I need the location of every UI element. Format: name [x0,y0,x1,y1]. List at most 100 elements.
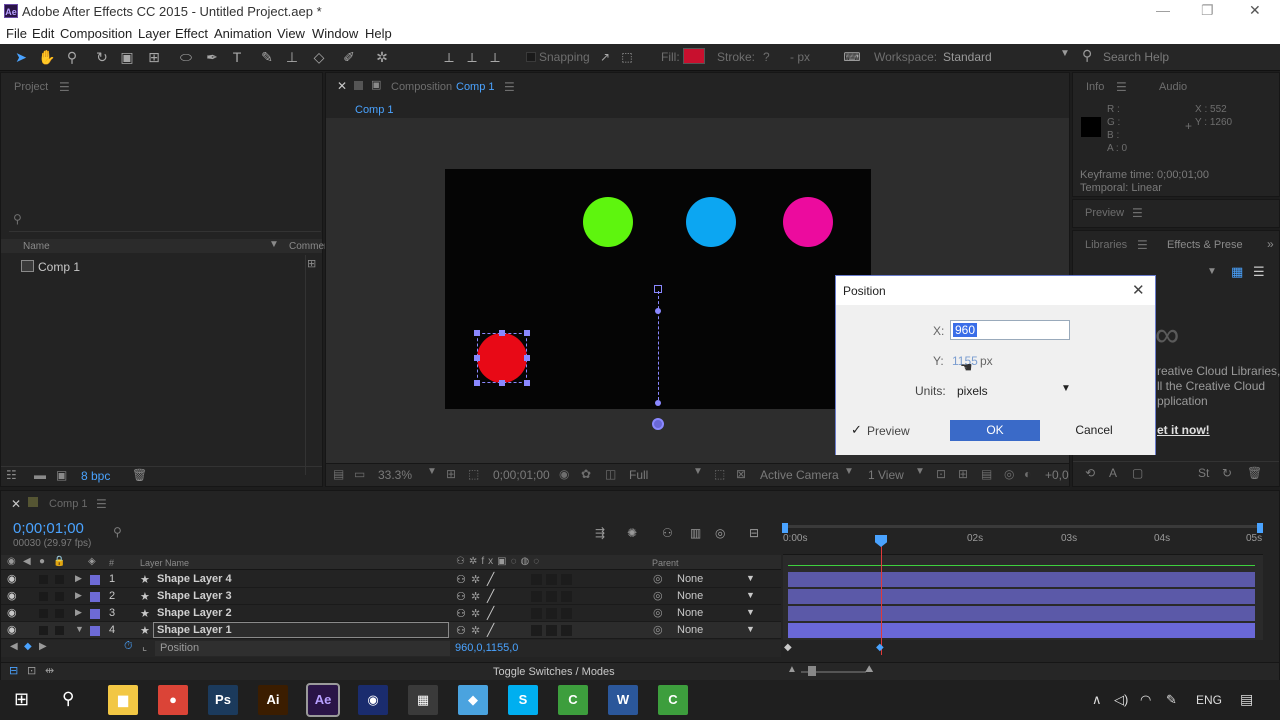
close-tab-icon[interactable]: ✕ [337,79,347,93]
switch-box[interactable] [561,608,572,619]
dialog-close-icon[interactable]: ✕ [1132,281,1145,299]
label-color-swatch[interactable] [90,575,100,585]
frame-blending-icon[interactable]: ▥ [690,526,701,540]
timeline-tab[interactable]: Comp 1 [49,498,88,510]
monitor-icon[interactable]: ▭ [354,467,365,481]
quality-switch-icon[interactable]: ╱ [487,606,494,620]
eye-icon[interactable]: ◉ [7,606,17,619]
menu-animation[interactable]: Animation [214,26,272,41]
effects-presets-tab[interactable]: Effects & Prese [1167,239,1243,251]
language-indicator[interactable]: ENG [1196,693,1222,707]
library-chevron-down-icon[interactable]: ▼ [1207,266,1217,277]
pen-tool-icon[interactable]: ✒ [203,48,221,66]
magenta-circle[interactable] [783,197,833,247]
transform-handle[interactable] [474,330,480,336]
zoom-out-icon[interactable]: ▲ [787,664,797,675]
panel-menu-icon[interactable]: ☰ [59,80,70,94]
menu-layer[interactable]: Layer [138,26,171,41]
table-row[interactable]: ◉ ▶ 1 ★ Shape Layer 4 ⚇ ✲ ╱ ◎ None ▼ [1,571,781,588]
layer-duration-bar[interactable] [788,572,1255,587]
collapse-switch-icon[interactable]: ✲ [471,573,480,586]
toggle-switches-modes-button[interactable]: Toggle Switches / Modes [493,666,615,678]
ellipse-tool-icon[interactable]: ⬭ [177,48,195,66]
transparency-grid-icon[interactable]: ⊠ [736,467,746,481]
parent-chevron-down-icon[interactable]: ▼ [746,590,755,600]
libraries-tab[interactable]: Libraries [1085,239,1127,251]
shy-switch-icon[interactable]: ⚇ [456,607,466,620]
eye-icon[interactable]: ◉ [7,589,17,602]
type-tool-icon[interactable]: T [228,48,246,66]
exposure-value[interactable]: +0,0 [1045,468,1069,482]
solo-checkbox[interactable] [39,609,48,618]
stroke-width[interactable]: - px [790,50,810,64]
camera-tool-icon[interactable]: ▣ [118,48,136,66]
position-value[interactable]: 960,0,1155,0 [455,642,518,654]
resolution-dropdown[interactable]: Full [629,468,648,482]
in-out-stretch-icon[interactable]: ⇹ [45,664,54,677]
label-color-swatch[interactable] [90,592,100,602]
volume-icon[interactable]: ◁) [1114,692,1128,708]
sort-chevron-down-icon[interactable]: ▼ [269,239,279,250]
menu-composition[interactable]: Composition [60,26,132,41]
roi-icon[interactable]: ⬚ [714,467,725,481]
puppet-pin-tool-icon[interactable]: ✲ [373,48,391,66]
project-tab[interactable]: Project [14,81,48,93]
comment-column-header[interactable]: Commer [289,241,327,252]
preview-tab[interactable]: Preview [1085,207,1124,219]
switch-box[interactable] [531,608,542,619]
lock-icon[interactable]: 🔒 [53,556,65,567]
solo-icon[interactable]: ● [39,556,45,567]
menu-effect[interactable]: Effect [175,26,208,41]
comp-mini-flowchart-icon[interactable]: ⇶ [595,526,605,540]
timeline-search-icon[interactable]: ⚲ [113,525,122,539]
layer-name[interactable]: Shape Layer 4 [157,573,232,585]
skype-taskbar-icon[interactable]: S [508,685,538,715]
layer-duration-bar[interactable] [788,623,1255,638]
switch-box[interactable] [561,591,572,602]
always-preview-icon[interactable]: ▤ [333,467,344,481]
get-it-now-link[interactable]: et it now! [1157,423,1210,437]
local-axis-icon[interactable]: ⟂ [440,48,458,66]
rotate-tool-icon[interactable]: ↻ [93,48,111,66]
wifi-icon[interactable]: ◠ [1140,692,1151,708]
notes-taskbar-icon[interactable]: ◆ [458,685,488,715]
camera-dropdown[interactable]: Active Camera [760,468,839,482]
keyframe-diamond[interactable]: ◆ [784,642,792,653]
view-axis-icon[interactable]: ⟂ [486,48,504,66]
menu-view[interactable]: View [277,26,305,41]
panel-menu-icon[interactable]: ☰ [1137,238,1148,252]
shy-switch-icon[interactable]: ⚇ [456,624,466,637]
chrome-taskbar-icon[interactable]: ● [158,685,188,715]
parent-chevron-down-icon[interactable]: ▼ [746,624,755,634]
x-input[interactable]: 960 [950,320,1070,340]
snapshot-icon[interactable]: ◉ [559,467,569,481]
views-dropdown[interactable]: 1 View [868,468,904,482]
lock-icon[interactable] [354,81,363,90]
parent-dropdown[interactable]: None [677,590,703,602]
switch-box[interactable] [546,625,557,636]
layer-name-column-header[interactable]: Layer Name [140,558,189,568]
resolution-chevron-down-icon[interactable]: ▼ [693,466,703,477]
units-dropdown[interactable]: pixels ▼ [952,380,1074,400]
current-timecode[interactable]: 0;00;01;00 [13,520,84,537]
roto-brush-tool-icon[interactable]: ✐ [340,48,358,66]
solo-checkbox[interactable] [39,575,48,584]
switch-box[interactable] [546,591,557,602]
time-ruler[interactable]: 0:00s 02s 03s 04s 05s [783,533,1263,555]
switch-box[interactable] [546,608,557,619]
after-effects-taskbar-icon[interactable]: Ae [306,683,340,717]
composition-tab-name[interactable]: Comp 1 [456,81,495,93]
lock-checkbox[interactable] [55,609,64,618]
pen-workspace-icon[interactable]: ✎ [1166,692,1177,708]
work-area-end-handle[interactable] [1257,523,1263,533]
new-folder-icon[interactable]: ▬ [34,468,46,482]
cinema4d-taskbar-icon[interactable]: ◉ [358,685,388,715]
maximize-button[interactable]: ❐ [1201,2,1214,19]
pick-whip-icon[interactable]: ◎ [653,623,663,636]
add-graphic-icon[interactable]: ▢ [1132,466,1143,480]
transform-handle[interactable] [474,355,480,361]
chevron-right-icon[interactable]: ▶ [75,573,82,584]
pick-whip-icon[interactable]: ◎ [653,589,663,602]
switch-box[interactable] [531,574,542,585]
safe-margins-icon[interactable]: ⬚ [468,467,479,481]
